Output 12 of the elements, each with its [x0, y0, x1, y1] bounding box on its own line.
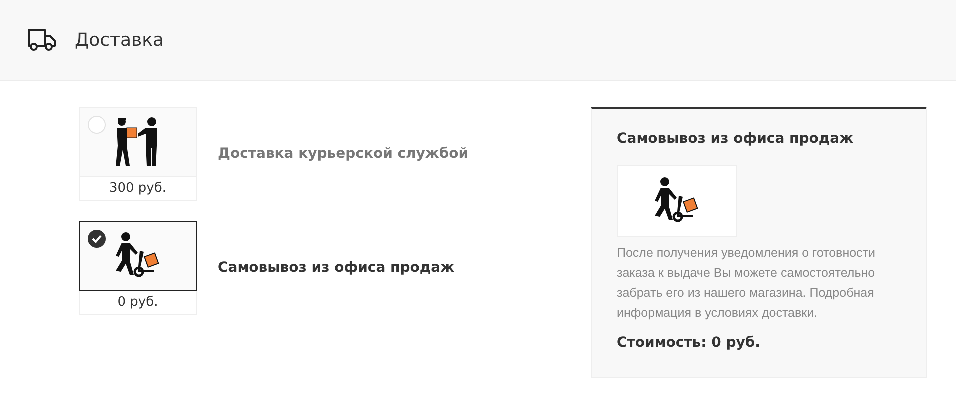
option-name[interactable]: Самовывоз из офиса продаж — [218, 260, 455, 276]
details-title: Самовывоз из офиса продаж — [617, 131, 855, 147]
truck-icon — [27, 28, 57, 52]
details-description: После получения уведомления о готовности заказа к выдаче Вы можете самостоятельно забрать его из нашего магазина. Подробная информация в условиях доставки. — [617, 245, 877, 322]
option-price: 300 руб. — [79, 177, 197, 201]
radio-icon[interactable] — [88, 116, 106, 134]
option-name[interactable]: Доставка курьерской службой — [218, 146, 469, 162]
page-title: Доставка — [75, 30, 164, 50]
option-price: 0 руб. — [79, 291, 197, 315]
checked-radio-icon[interactable] — [88, 230, 106, 248]
details-cost: Стоимость: 0 руб. — [617, 335, 762, 351]
delivery-option-card[interactable] — [79, 221, 197, 291]
